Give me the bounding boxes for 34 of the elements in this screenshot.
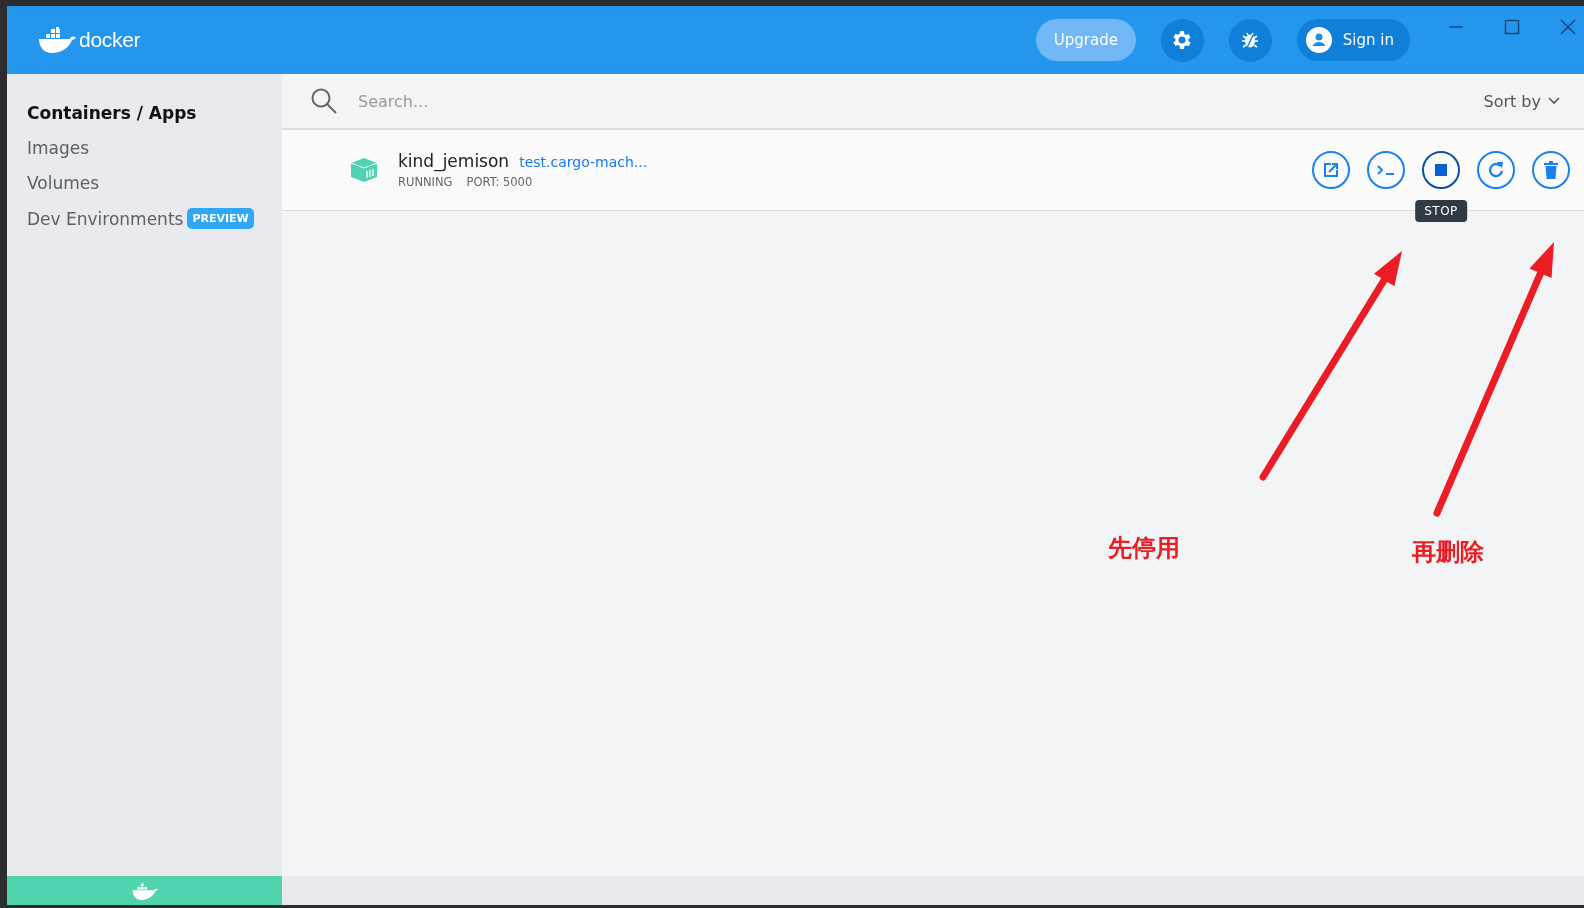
stop-button[interactable] xyxy=(1422,151,1460,189)
sidebar-item[interactable]: Volumes xyxy=(27,173,100,193)
stop-icon xyxy=(1435,164,1447,176)
search-field[interactable]: Search... xyxy=(356,90,1460,112)
container-name: kind_jemison xyxy=(398,151,510,171)
whale-icon xyxy=(130,881,159,900)
status-text: RUNNING xyxy=(398,175,453,189)
sidebar-item[interactable]: Images xyxy=(27,138,90,158)
tooltip: STOP xyxy=(1415,200,1467,222)
maximize-icon[interactable] xyxy=(1504,19,1520,35)
container-icon xyxy=(350,158,378,182)
search-icon xyxy=(310,87,338,115)
image-link[interactable]: test.cargo-mach... xyxy=(519,154,648,170)
restart-icon xyxy=(1487,161,1505,179)
preview-badge: PREVIEW xyxy=(187,208,254,229)
external-link-icon xyxy=(1323,162,1339,178)
sign-in-button[interactable]: Sign in xyxy=(1296,19,1410,61)
delete-button[interactable] xyxy=(1532,151,1570,189)
annotation-text: 先停用 xyxy=(1108,533,1180,564)
sort-by-button[interactable]: Sort by xyxy=(1477,90,1566,112)
trash-icon xyxy=(1543,161,1559,179)
user-icon xyxy=(1305,27,1332,53)
restart-button[interactable] xyxy=(1477,151,1515,189)
port-text: PORT: 5000 xyxy=(466,175,533,189)
sidebar-item[interactable]: Dev Environments xyxy=(27,208,184,229)
whale-logo-icon xyxy=(37,27,77,53)
terminal-icon xyxy=(1377,164,1395,176)
open-button[interactable] xyxy=(1312,151,1350,189)
docker-logo-text: docker xyxy=(79,28,141,52)
cli-button[interactable] xyxy=(1367,151,1405,189)
chevron-down-icon xyxy=(1548,97,1560,105)
annotation-text: 再删除 xyxy=(1412,537,1484,568)
sidebar-item[interactable]: Containers / Apps xyxy=(27,103,197,123)
close-icon[interactable] xyxy=(1560,19,1576,35)
